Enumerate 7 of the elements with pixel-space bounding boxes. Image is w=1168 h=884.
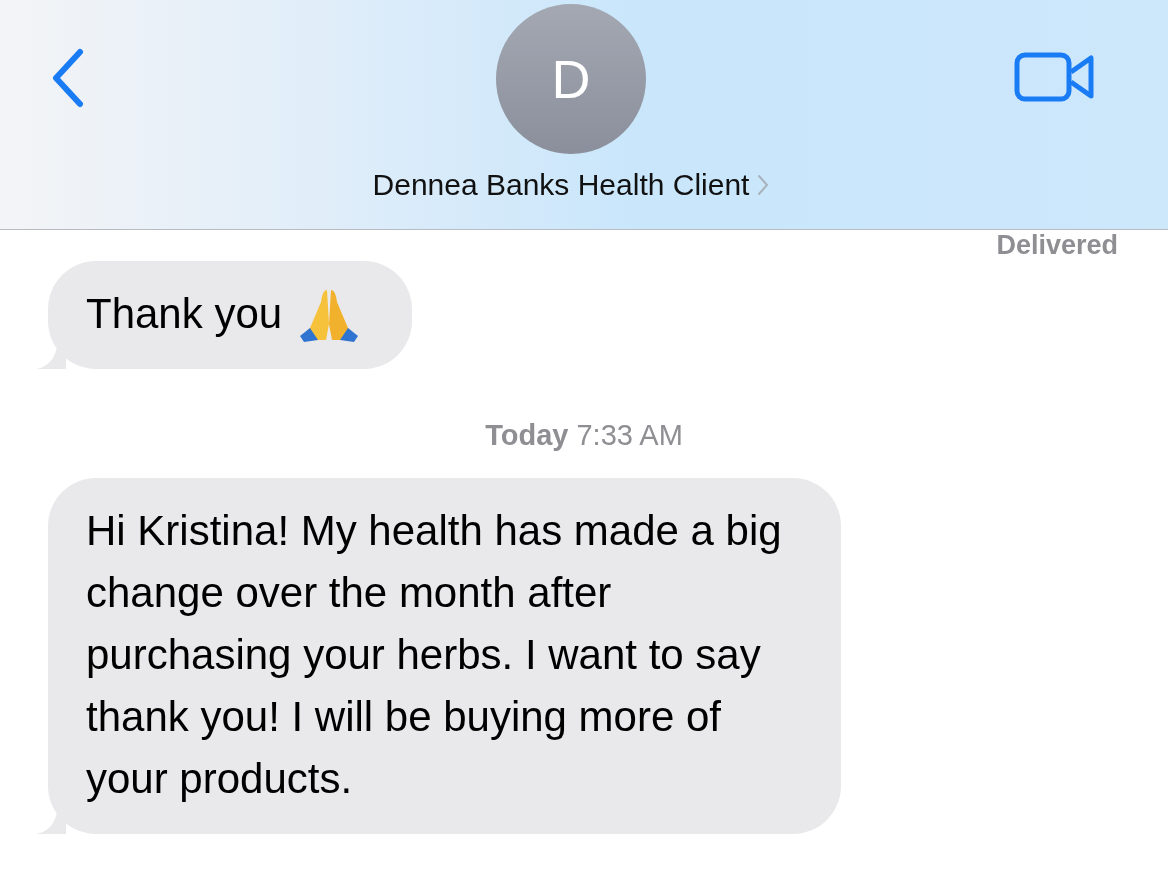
delivered-status: Delivered [996, 230, 1118, 261]
video-camera-icon[interactable] [1014, 52, 1096, 102]
chevron-icon [757, 174, 770, 196]
message-bubble: Thank you [48, 261, 413, 369]
message-bubble: Hi Kristina! My health has made a big change over the month after purchasing your herbs. I want to say thank you! I will be buying more of your products. [48, 478, 841, 834]
contact-name[interactable]: Dennea Banks Health Client [372, 168, 750, 202]
message-timestamp: Today 7:33 AM [485, 419, 683, 451]
